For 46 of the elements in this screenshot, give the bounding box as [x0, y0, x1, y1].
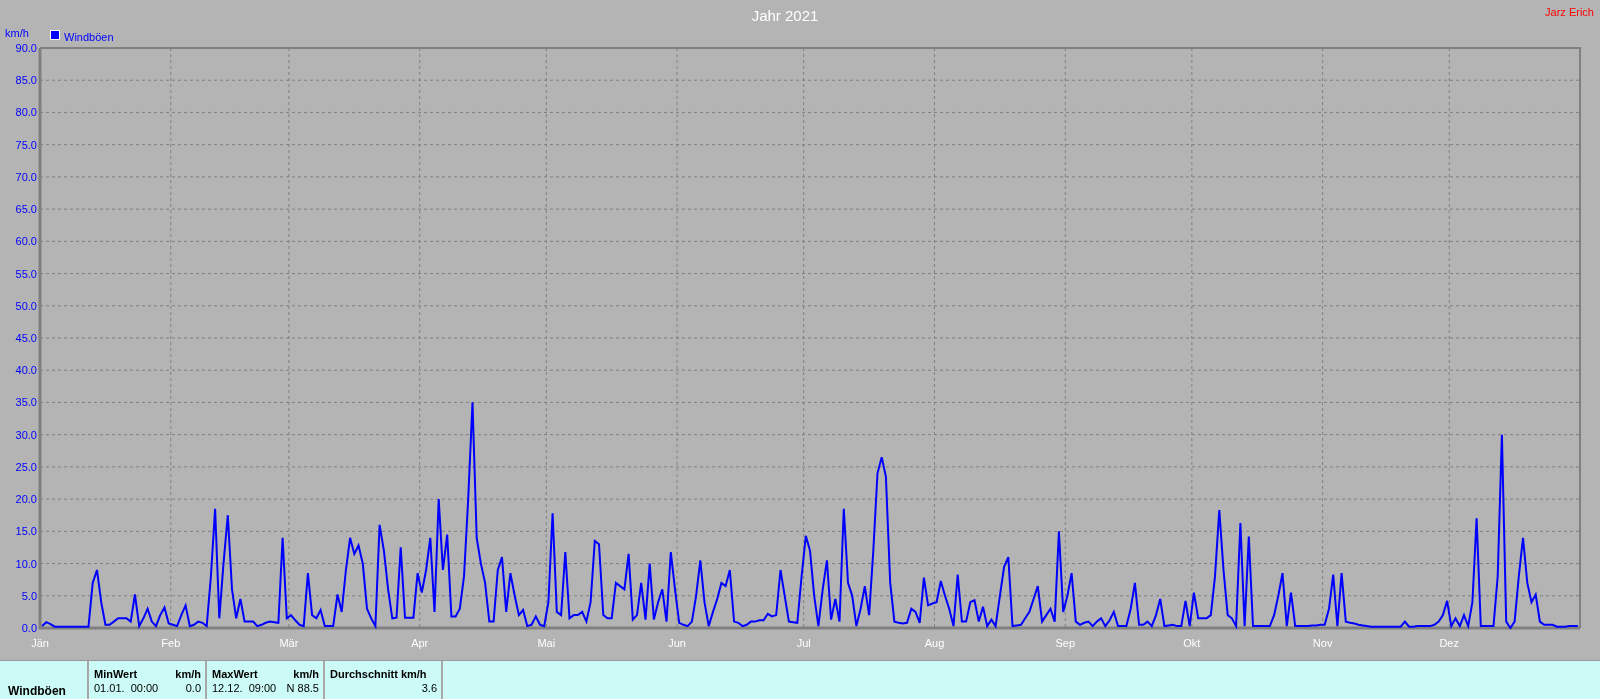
y-tick-label: 80.0 — [15, 106, 37, 119]
x-tick-label: Jun — [668, 637, 686, 649]
x-tick-label: Jän — [31, 637, 49, 649]
y-tick-label: 65.0 — [15, 203, 37, 216]
x-tick-label: Dez — [1439, 637, 1459, 649]
column-header: MinWert — [94, 668, 138, 680]
x-tick-label: Okt — [1183, 637, 1201, 649]
y-tick-label: 10.0 — [15, 557, 37, 570]
y-tick-label: 55.0 — [15, 267, 37, 280]
unit-label: km/h — [293, 668, 319, 680]
y-tick-label: 25.0 — [15, 460, 37, 473]
x-tick-label: Apr — [411, 637, 429, 649]
legend-label: Windböen — [64, 31, 114, 43]
y-tick-label: 85.0 — [15, 74, 37, 87]
x-tick-label: Nov — [1312, 637, 1333, 649]
y-tick-label: 5.0 — [21, 589, 37, 602]
y-tick-label: 90.0 — [15, 42, 37, 54]
y-tick-label: 0.0 — [21, 622, 37, 634]
y-tick-label: 60.0 — [15, 235, 37, 248]
y-tick-label: 15.0 — [15, 525, 37, 538]
column-header: MaxWert — [212, 668, 258, 680]
y-tick-label: 40.0 — [15, 364, 37, 377]
column-header: Durchschnitt km/h — [330, 668, 427, 680]
value-cell: N 88.5 — [286, 682, 319, 694]
value-cell: 3.6 — [421, 682, 437, 694]
author-label: Jarz Erich — [1545, 6, 1594, 18]
chart-title: Jahr 2021 — [751, 7, 819, 24]
row-label: Windböen — [8, 684, 66, 698]
x-tick-label: Sep — [1055, 637, 1076, 649]
x-tick-label: Mai — [537, 637, 556, 649]
y-tick-label: 50.0 — [15, 299, 37, 312]
x-tick-label: Jul — [796, 637, 811, 649]
x-tick-label: Mär — [279, 637, 299, 649]
y-tick-label: 35.0 — [15, 396, 37, 409]
date-time-cell: 01.01. 00:00 — [94, 682, 159, 694]
y-tick-label: 75.0 — [15, 138, 37, 151]
date-time-cell: 12.12. 09:00 — [212, 682, 277, 694]
y-axis-unit: km/h — [5, 27, 29, 39]
y-tick-label: 30.0 — [15, 428, 37, 441]
unit-label: km/h — [175, 668, 201, 680]
y-tick-label: 70.0 — [15, 170, 37, 183]
x-tick-label: Aug — [924, 637, 945, 649]
y-tick-label: 45.0 — [15, 332, 37, 344]
x-tick-label: Feb — [161, 637, 181, 649]
value-cell: 0.0 — [185, 682, 201, 694]
y-tick-label: 20.0 — [15, 493, 37, 506]
